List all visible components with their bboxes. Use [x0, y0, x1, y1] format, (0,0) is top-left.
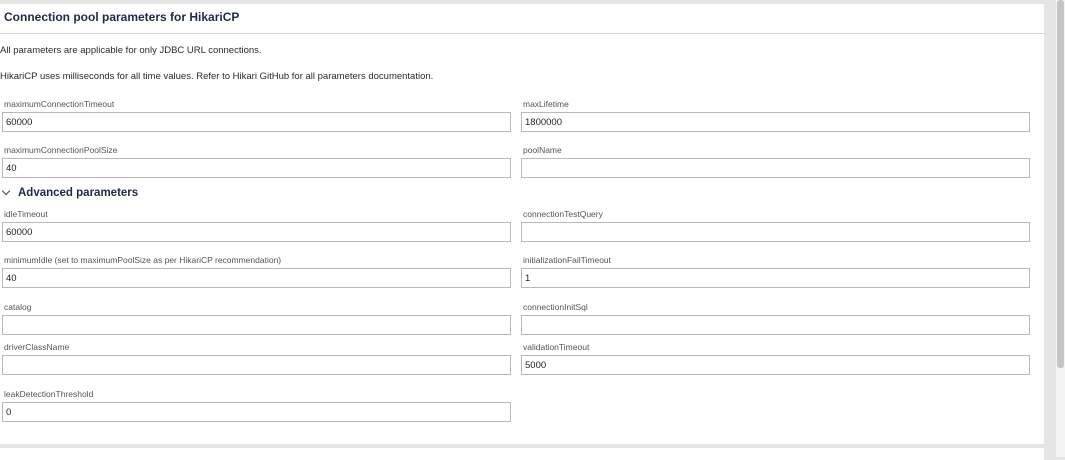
field-initialization-fail-timeout: initializationFailTimeout [521, 254, 1030, 288]
max-lifetime-input[interactable] [521, 112, 1030, 132]
catalog-input[interactable] [2, 315, 511, 335]
chevron-down-icon [2, 188, 12, 198]
initialization-fail-timeout-label: initializationFailTimeout [523, 255, 612, 265]
panel-header: Connection pool parameters for HikariCP [0, 4, 1044, 34]
maximum-connection-pool-size-input[interactable] [2, 158, 511, 178]
field-validation-timeout: validationTimeout [521, 341, 1030, 375]
leak-detection-threshold-input[interactable] [2, 402, 511, 422]
hikaricp-settings-panel: Connection pool parameters for HikariCP … [0, 4, 1044, 444]
idle-timeout-input[interactable] [2, 222, 511, 242]
field-leak-detection-threshold: leakDetectionThreshold [2, 388, 511, 422]
catalog-label: catalog [4, 302, 32, 312]
maximum-connection-pool-size-label: maximumConnectionPoolSize [4, 145, 118, 155]
validation-timeout-input[interactable] [521, 355, 1030, 375]
maximum-connection-timeout-input[interactable] [2, 112, 511, 132]
advanced-parameters-label: Advanced parameters [18, 187, 139, 199]
idle-timeout-label: idleTimeout [4, 209, 48, 219]
driver-class-name-label: driverClassName [4, 342, 70, 352]
max-lifetime-label: maxLifetime [523, 99, 569, 109]
field-pool-name: poolName [521, 144, 1030, 178]
maximum-connection-timeout-label: maximumConnectionTimeout [4, 99, 115, 109]
next-panel-edge [0, 448, 1044, 460]
field-maximum-connection-timeout: maximumConnectionTimeout [2, 98, 511, 132]
connection-init-sql-label: connectionInitSql [523, 302, 588, 312]
field-minimum-idle: minimumIdle (set to maximumPoolSize as p… [2, 254, 511, 288]
driver-class-name-input[interactable] [2, 355, 511, 375]
vertical-scrollbar[interactable] [1056, 0, 1065, 457]
connection-init-sql-input[interactable] [521, 315, 1030, 335]
pool-name-input[interactable] [521, 158, 1030, 178]
scrollbar-thumb[interactable] [1057, 0, 1064, 368]
connection-test-query-label: connectionTestQuery [523, 209, 603, 219]
minimum-idle-label: minimumIdle (set to maximumPoolSize as p… [4, 255, 282, 265]
connection-test-query-input[interactable] [521, 222, 1030, 242]
validation-timeout-label: validationTimeout [523, 342, 590, 352]
field-max-lifetime: maxLifetime [521, 98, 1030, 132]
field-idle-timeout: idleTimeout [2, 208, 511, 242]
field-maximum-connection-pool-size: maximumConnectionPoolSize [2, 144, 511, 178]
jdbc-note: All parameters are applicable for only J… [0, 45, 262, 56]
field-driver-class-name: driverClassName [2, 341, 511, 375]
field-catalog: catalog [2, 301, 511, 335]
initialization-fail-timeout-input[interactable] [521, 268, 1030, 288]
advanced-parameters-toggle[interactable]: Advanced parameters [0, 187, 138, 199]
milliseconds-note: HikariCP uses milliseconds for all time … [0, 71, 434, 82]
panel-title: Connection pool parameters for HikariCP [4, 9, 240, 24]
leak-detection-threshold-label: leakDetectionThreshold [4, 389, 94, 399]
field-connection-test-query: connectionTestQuery [521, 208, 1030, 242]
minimum-idle-input[interactable] [2, 268, 511, 288]
field-connection-init-sql: connectionInitSql [521, 301, 1030, 335]
pool-name-label: poolName [523, 145, 562, 155]
